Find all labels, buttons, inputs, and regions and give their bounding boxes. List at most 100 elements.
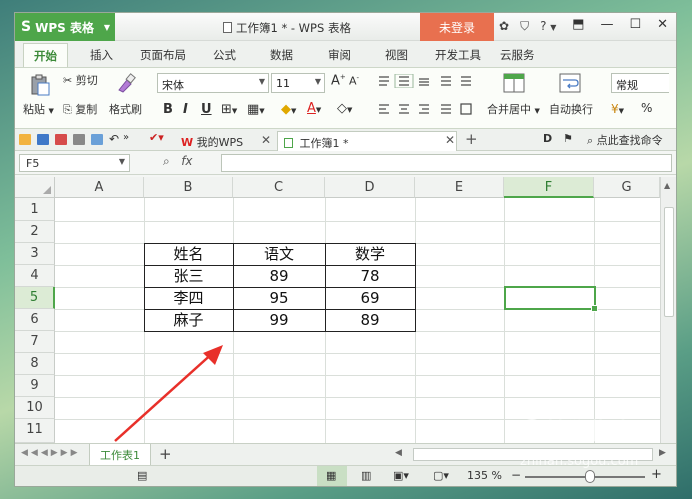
column-header-d[interactable]: D	[325, 177, 415, 198]
align-top-icons[interactable]	[377, 74, 477, 88]
tab-workbook[interactable]: 工作簿1 *	[277, 131, 457, 151]
scroll-right-icon[interactable]: ▶	[659, 448, 666, 458]
print-icon[interactable]	[73, 134, 85, 145]
cell-c6[interactable]: 99	[233, 310, 325, 331]
border-icon[interactable]: ⊞▼	[221, 102, 237, 117]
clear-format-icon[interactable]: ◇▼	[337, 101, 352, 116]
shirt-icon[interactable]: ⛉	[520, 19, 529, 34]
cell-b3[interactable]: 姓名	[144, 244, 233, 265]
brush-icon[interactable]	[115, 72, 137, 94]
cell-d6[interactable]: 89	[325, 310, 415, 331]
vertical-scrollbar[interactable]: ▲	[660, 177, 676, 443]
close-icon[interactable]: ✕	[445, 133, 455, 147]
tab-page-layout[interactable]: 页面布局	[140, 47, 186, 63]
minimize-button[interactable]: —	[600, 17, 613, 32]
tab-view[interactable]: 视图	[385, 47, 408, 63]
row-header-5[interactable]: 5	[15, 287, 55, 309]
cell-d3[interactable]: 数学	[325, 244, 415, 265]
skin-icon[interactable]: ✿	[499, 19, 509, 34]
scroll-up-icon[interactable]: ▲	[664, 181, 670, 190]
cell-fill-icon[interactable]: ▦▼	[247, 102, 265, 117]
row-header-8[interactable]: 8	[15, 353, 55, 375]
wrap-text-icon[interactable]	[559, 72, 581, 94]
close-button[interactable]: ✕	[657, 17, 668, 32]
decrease-font-icon[interactable]: A-	[349, 74, 359, 88]
tab-cloud[interactable]: 云服务	[500, 47, 535, 63]
tab-my-wps[interactable]: W 我的WPS	[175, 131, 249, 151]
undo-icon[interactable]: ↶	[109, 132, 119, 146]
cut-button[interactable]: ✂ 剪切	[63, 72, 98, 88]
sheet-tab-1[interactable]: 工作表1	[89, 444, 151, 466]
zoom-search-icon[interactable]: ⌕	[163, 154, 170, 168]
row-header-1[interactable]: 1	[15, 198, 55, 221]
column-header-a[interactable]: A	[55, 177, 144, 198]
number-format-select[interactable]: 常规	[611, 73, 669, 93]
copy-button[interactable]: ⎘ 复制	[63, 101, 97, 117]
column-header-c[interactable]: C	[233, 177, 325, 198]
zoom-slider-handle[interactable]	[585, 470, 595, 483]
row-header-4[interactable]: 4	[15, 265, 55, 287]
cell-c4[interactable]: 89	[233, 266, 325, 287]
page-break-view-icon[interactable]: ▥	[361, 469, 371, 482]
merge-cells-icon[interactable]	[503, 72, 525, 94]
new-tab-icon[interactable]: +	[465, 130, 478, 148]
tab-developer[interactable]: 开发工具	[435, 47, 481, 63]
column-header-b[interactable]: B	[144, 177, 233, 198]
row-header-2[interactable]: 2	[15, 221, 55, 243]
fx-button[interactable]: fx	[181, 154, 192, 168]
tab-review[interactable]: 审阅	[328, 47, 351, 63]
cell-b5[interactable]: 李四	[144, 288, 233, 309]
increase-font-icon[interactable]: A+	[331, 73, 346, 88]
tab-home[interactable]: 开始	[23, 43, 68, 67]
column-header-f[interactable]: F	[504, 177, 594, 198]
fill-color-icon[interactable]: ◆▼	[281, 102, 296, 117]
merge-center-button[interactable]: 合并居中 ▼	[487, 101, 540, 117]
pin-icon[interactable]: ⬒	[572, 17, 584, 32]
customize-icon[interactable]: ✔▾	[149, 131, 164, 144]
app-menu-button[interactable]: S WPS 表格 ▼	[15, 13, 115, 41]
export-pdf-icon[interactable]	[55, 134, 67, 145]
cell-d4[interactable]: 78	[325, 266, 415, 287]
cell-b6[interactable]: 麻子	[144, 310, 233, 331]
scroll-left-icon[interactable]: ◀	[395, 448, 402, 458]
font-name-select[interactable]: 宋体 ▼	[157, 73, 269, 93]
formula-input[interactable]	[221, 154, 672, 172]
underline-button[interactable]: U	[201, 102, 212, 117]
login-button[interactable]: 未登录	[420, 13, 494, 41]
italic-button[interactable]: I	[183, 102, 188, 117]
open-folder-icon[interactable]	[19, 134, 31, 145]
bold-button[interactable]: B	[163, 102, 173, 117]
column-header-g[interactable]: G	[594, 177, 660, 198]
doc-d-icon[interactable]: D	[543, 132, 552, 145]
zoom-level[interactable]: 135 %	[467, 469, 502, 482]
font-size-select[interactable]: 11 ▼	[271, 73, 325, 93]
row-header-9[interactable]: 9	[15, 375, 55, 397]
cell-c5[interactable]: 95	[233, 288, 325, 309]
paste-button[interactable]: 粘贴 ▼	[23, 101, 54, 117]
scroll-thumb[interactable]	[664, 207, 674, 317]
row-header-11[interactable]: 11	[15, 419, 55, 443]
tab-data[interactable]: 数据	[270, 47, 293, 63]
align-horizontal-icons[interactable]	[377, 102, 477, 116]
wrap-text-button[interactable]: 自动换行	[549, 101, 593, 117]
active-cell-f5[interactable]	[504, 286, 598, 312]
cell-c3[interactable]: 语文	[233, 244, 325, 265]
percent-button[interactable]: %	[641, 101, 652, 115]
view-normal-button[interactable]: ▦	[317, 466, 347, 486]
sheet-nav-icons[interactable]: ◀◀◀▶▶▶	[21, 448, 81, 458]
row-header-7[interactable]: 7	[15, 331, 55, 353]
row-header-3[interactable]: 3	[15, 243, 55, 265]
tab-formula[interactable]: 公式	[213, 47, 236, 63]
calendar-icon[interactable]: ▤	[137, 469, 147, 482]
reading-mode-icon[interactable]: ▢▾	[433, 469, 449, 482]
cell-d5[interactable]: 69	[325, 288, 415, 309]
row-header-6[interactable]: 6	[15, 309, 55, 331]
sync-icon[interactable]: ⚑	[563, 132, 573, 145]
zoom-in-button[interactable]: +	[651, 467, 662, 482]
zoom-out-button[interactable]: −	[511, 468, 521, 482]
currency-icon[interactable]: ¥▼	[611, 102, 624, 116]
maximize-button[interactable]: ☐	[629, 17, 641, 32]
help-button[interactable]: ? ▼	[540, 19, 556, 34]
row-header-10[interactable]: 10	[15, 397, 55, 419]
print-preview-icon[interactable]	[91, 134, 103, 145]
